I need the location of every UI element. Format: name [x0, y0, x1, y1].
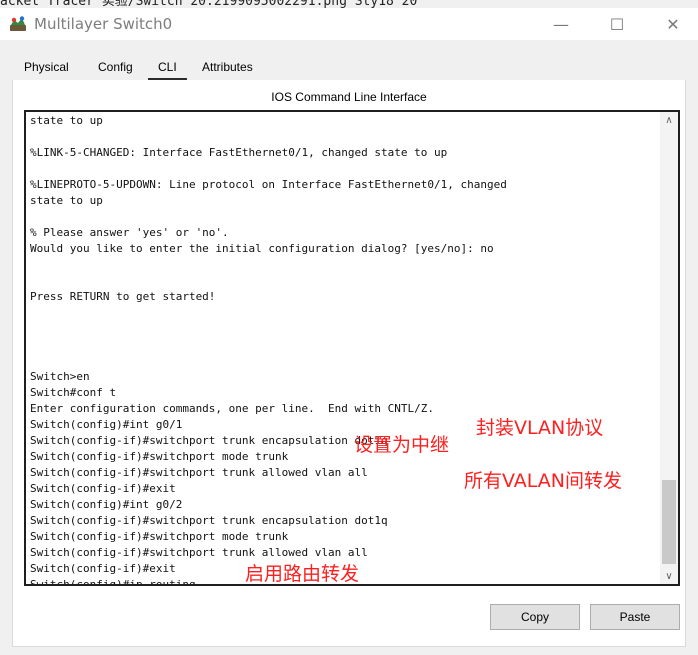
tab-physical[interactable]: Physical: [24, 60, 69, 74]
tab-config[interactable]: Config: [98, 60, 133, 74]
title-bar: Multilayer Switch0 — ☐ ✕: [0, 8, 698, 40]
maximize-button[interactable]: ☐: [594, 8, 640, 40]
close-button[interactable]: ✕: [650, 8, 696, 40]
annotation-allowed: 所有VALAN间转发: [464, 470, 623, 492]
cli-terminal[interactable]: state to up %LINK-5-CHANGED: Interface F…: [24, 110, 680, 586]
panel-header: IOS Command Line Interface: [271, 90, 427, 104]
scrollbar-thumb[interactable]: [662, 480, 676, 564]
scroll-up-icon[interactable]: ∧: [660, 112, 678, 128]
background-fragment: acket Tracer 实验/Switch 20.2199095002291.…: [0, 0, 698, 8]
vertical-scrollbar[interactable]: ∧ ∨: [660, 112, 678, 584]
window-client: Physical Config CLI Attributes IOS Comma…: [0, 40, 698, 655]
multilayer-switch-icon: [10, 16, 26, 31]
tab-attributes[interactable]: Attributes: [202, 60, 253, 74]
tab-bar: Physical Config CLI Attributes: [12, 50, 684, 81]
paste-button[interactable]: Paste: [590, 604, 680, 630]
background-fragment-text: acket Tracer 实验/Switch 20.2199095002291.…: [0, 0, 418, 8]
annotation-trunk: 设置为中继: [354, 434, 450, 456]
scroll-down-icon[interactable]: ∨: [660, 568, 678, 584]
copy-button[interactable]: Copy: [490, 604, 580, 630]
annotation-encapsulation: 封装VLAN协议: [476, 417, 604, 439]
annotation-routing: 启用路由转发: [245, 563, 360, 585]
window-title: Multilayer Switch0: [34, 15, 173, 33]
tab-cli[interactable]: CLI: [148, 60, 187, 80]
terminal-output[interactable]: state to up %LINK-5-CHANGED: Interface F…: [30, 113, 660, 584]
minimize-button[interactable]: —: [538, 8, 584, 40]
